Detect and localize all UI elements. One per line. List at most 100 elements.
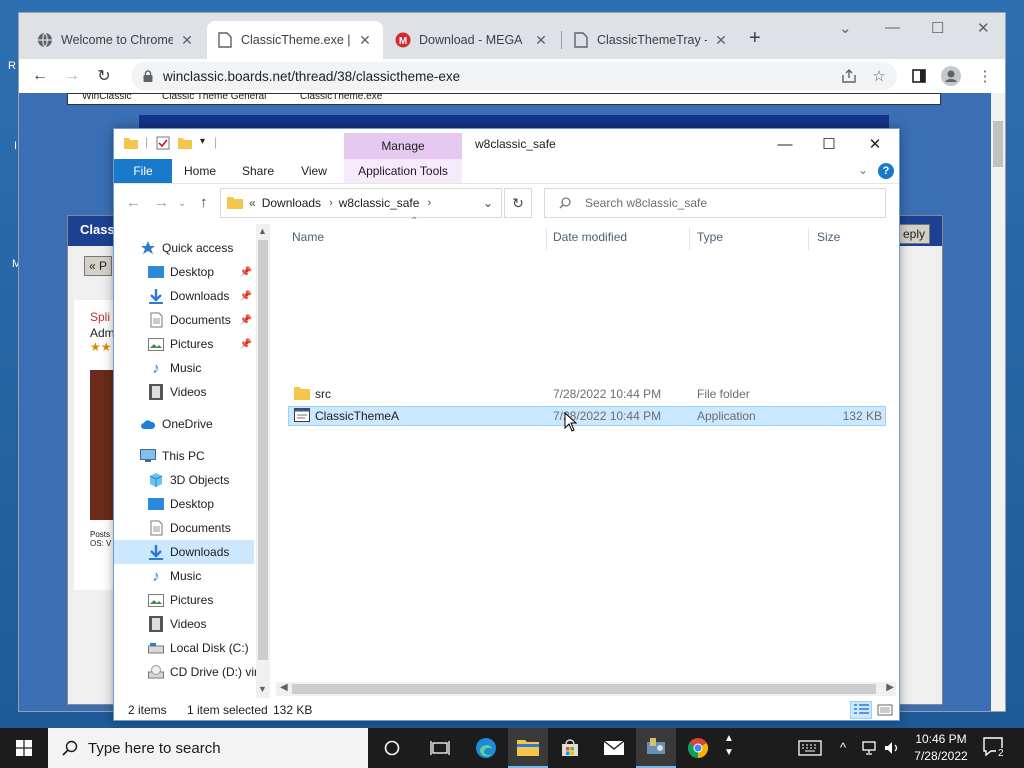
details-view-icon[interactable] <box>850 701 872 719</box>
post-author[interactable]: Spli <box>90 310 110 324</box>
help-icon[interactable]: ? <box>878 163 894 179</box>
tab-file[interactable]: File <box>114 159 172 183</box>
minimize-icon[interactable]: — <box>885 19 900 36</box>
mail-icon[interactable] <box>594 728 634 768</box>
close-window-icon[interactable]: ✕ <box>866 135 884 153</box>
nav-desktop[interactable]: Desktop 📌 <box>114 260 254 284</box>
keyboard-icon[interactable] <box>798 740 822 759</box>
file-explorer-taskbar-icon[interactable] <box>508 728 548 768</box>
tab-classictheme[interactable]: ClassicTheme.exe | W ✕ <box>207 21 383 59</box>
search-input[interactable]: Search w8classic_safe <box>544 188 886 218</box>
scroll-right-icon[interactable]: ▶ <box>886 682 894 693</box>
volume-icon[interactable] <box>884 740 900 759</box>
chrome-icon[interactable] <box>678 728 718 768</box>
up-arrow-icon[interactable]: ↑ <box>200 194 208 211</box>
taskbar-scroll-arrows-icon[interactable]: ▲ ▼ <box>724 732 734 760</box>
recent-dropdown-icon[interactable]: ⌄ <box>178 198 186 209</box>
file-row-classicthemea[interactable]: ClassicThemeA 7/28/2022 10:44 PM Applica… <box>288 406 886 426</box>
tab-mega[interactable]: M Download - MEGA ✕ <box>385 21 559 59</box>
large-icons-view-icon[interactable] <box>874 701 896 719</box>
maximize-icon[interactable]: ☐ <box>931 19 944 37</box>
nav-local-disk[interactable]: Local Disk (C:) <box>114 636 254 660</box>
network-icon[interactable] <box>862 740 878 759</box>
column-size[interactable]: Size <box>809 224 887 250</box>
breadcrumb-link[interactable]: Classic Theme General <box>162 93 266 102</box>
tab-search-chevron-icon[interactable]: ⌄ <box>839 19 852 37</box>
nav-documents-pc[interactable]: Documents <box>114 516 254 540</box>
tab-classicthemetray[interactable]: ClassicThemeTray - g ✕ <box>563 21 739 59</box>
tab-application-tools[interactable]: Application Tools <box>344 159 462 183</box>
nav-quick-access[interactable]: Quick access <box>114 236 254 260</box>
system-clock[interactable]: 10:46 PM 7/28/2022 <box>906 731 976 765</box>
nav-pictures[interactable]: Pictures 📌 <box>114 332 254 356</box>
close-icon[interactable]: ✕ <box>179 32 195 49</box>
nav-music-pc[interactable]: ♪ Music <box>114 564 254 588</box>
navigation-scrollbar[interactable]: ▲ ▼ <box>256 224 270 698</box>
maximize-icon[interactable]: ☐ <box>820 135 838 153</box>
nav-onedrive[interactable]: OneDrive <box>114 412 254 436</box>
nav-videos-pc[interactable]: Videos <box>114 612 254 636</box>
close-icon[interactable]: ✕ <box>357 32 373 49</box>
new-folder-icon[interactable] <box>178 136 192 150</box>
column-type[interactable]: Type <box>689 224 807 250</box>
close-icon[interactable]: ✕ <box>533 32 549 49</box>
nav-downloads[interactable]: Downloads 📌 <box>114 284 254 308</box>
tab-home[interactable]: Home <box>176 159 224 183</box>
nav-desktop-pc[interactable]: Desktop <box>114 492 254 516</box>
chevron-right-icon[interactable]: › <box>329 197 333 209</box>
address-bar[interactable]: winclassic.boards.net/thread/38/classict… <box>131 62 897 90</box>
refresh-button[interactable]: ↻ <box>504 188 532 218</box>
windows-start-icon[interactable] <box>0 728 48 768</box>
manage-tab[interactable]: Manage <box>344 133 462 159</box>
share-icon[interactable] <box>839 66 859 86</box>
menu-kebab-icon[interactable]: ⋮ <box>975 66 995 86</box>
microsoft-store-icon[interactable] <box>550 728 590 768</box>
properties-check-icon[interactable] <box>156 136 170 150</box>
side-panel-icon[interactable] <box>909 66 929 86</box>
tab-share[interactable]: Share <box>234 159 282 183</box>
address-bar[interactable]: « Downloads › w8classic_safe › ⌄ <box>220 188 502 218</box>
nav-documents[interactable]: Documents 📌 <box>114 308 254 332</box>
scroll-up-icon[interactable]: ▲ <box>258 226 267 236</box>
previous-button[interactable]: « P <box>84 256 113 276</box>
edge-browser-icon[interactable] <box>466 728 506 768</box>
nav-3d-objects[interactable]: 3D Objects <box>114 468 254 492</box>
nav-this-pc[interactable]: This PC <box>114 444 254 468</box>
back-arrow-icon[interactable]: ← <box>29 65 51 87</box>
breadcrumb-link[interactable]: ClassicTheme.exe <box>300 93 382 102</box>
forward-arrow-icon[interactable]: → <box>61 65 83 87</box>
column-date-modified[interactable]: Date modified <box>545 224 687 250</box>
scroll-left-icon[interactable]: ◀ <box>280 682 288 693</box>
close-icon[interactable]: ✕ <box>713 32 729 49</box>
tab-welcome[interactable]: Welcome to Chrome ✕ <box>27 21 205 59</box>
file-row-src[interactable]: src 7/28/2022 10:44 PM File folder <box>288 385 886 405</box>
back-arrow-icon[interactable]: ← <box>126 194 141 211</box>
cortana-circle-icon[interactable] <box>372 728 412 768</box>
expand-ribbon-chevron-icon[interactable]: ⌄ <box>858 163 868 177</box>
nav-pictures-pc[interactable]: Pictures <box>114 588 254 612</box>
page-scrollbar[interactable] <box>991 93 1005 711</box>
reply-button[interactable]: eply <box>897 224 930 244</box>
address-dropdown-icon[interactable]: ⌄ <box>483 196 493 210</box>
forward-arrow-icon[interactable]: → <box>154 194 169 211</box>
breadcrumb-overflow[interactable]: « <box>249 196 256 210</box>
breadcrumb-link[interactable]: WinClassic <box>82 93 131 102</box>
scroll-down-icon[interactable]: ▼ <box>258 684 267 694</box>
show-hidden-icons-chevron-icon[interactable]: ^ <box>840 740 846 755</box>
tab-view[interactable]: View <box>290 159 338 183</box>
chevron-right-icon[interactable]: › <box>427 197 431 209</box>
nav-cd-drive[interactable]: CD Drive (D:) virt <box>114 660 261 684</box>
column-name[interactable]: Name <box>284 224 534 250</box>
close-window-icon[interactable]: ✕ <box>977 19 990 37</box>
reload-icon[interactable]: ↻ <box>93 65 115 87</box>
bookmark-star-icon[interactable]: ☆ <box>869 66 889 86</box>
taskbar-search-input[interactable]: Type here to search <box>48 728 368 768</box>
breadcrumb-w8classic-safe[interactable]: w8classic_safe <box>339 196 420 210</box>
customize-dropdown-icon[interactable]: ▾ <box>200 136 205 147</box>
new-tab-plus-icon[interactable]: + <box>749 27 761 50</box>
minimize-icon[interactable]: — <box>776 135 794 153</box>
profile-avatar-icon[interactable] <box>941 66 961 86</box>
breadcrumb-downloads[interactable]: Downloads <box>262 196 321 210</box>
nav-music[interactable]: ♪ Music <box>114 356 254 380</box>
task-view-icon[interactable] <box>420 728 460 768</box>
